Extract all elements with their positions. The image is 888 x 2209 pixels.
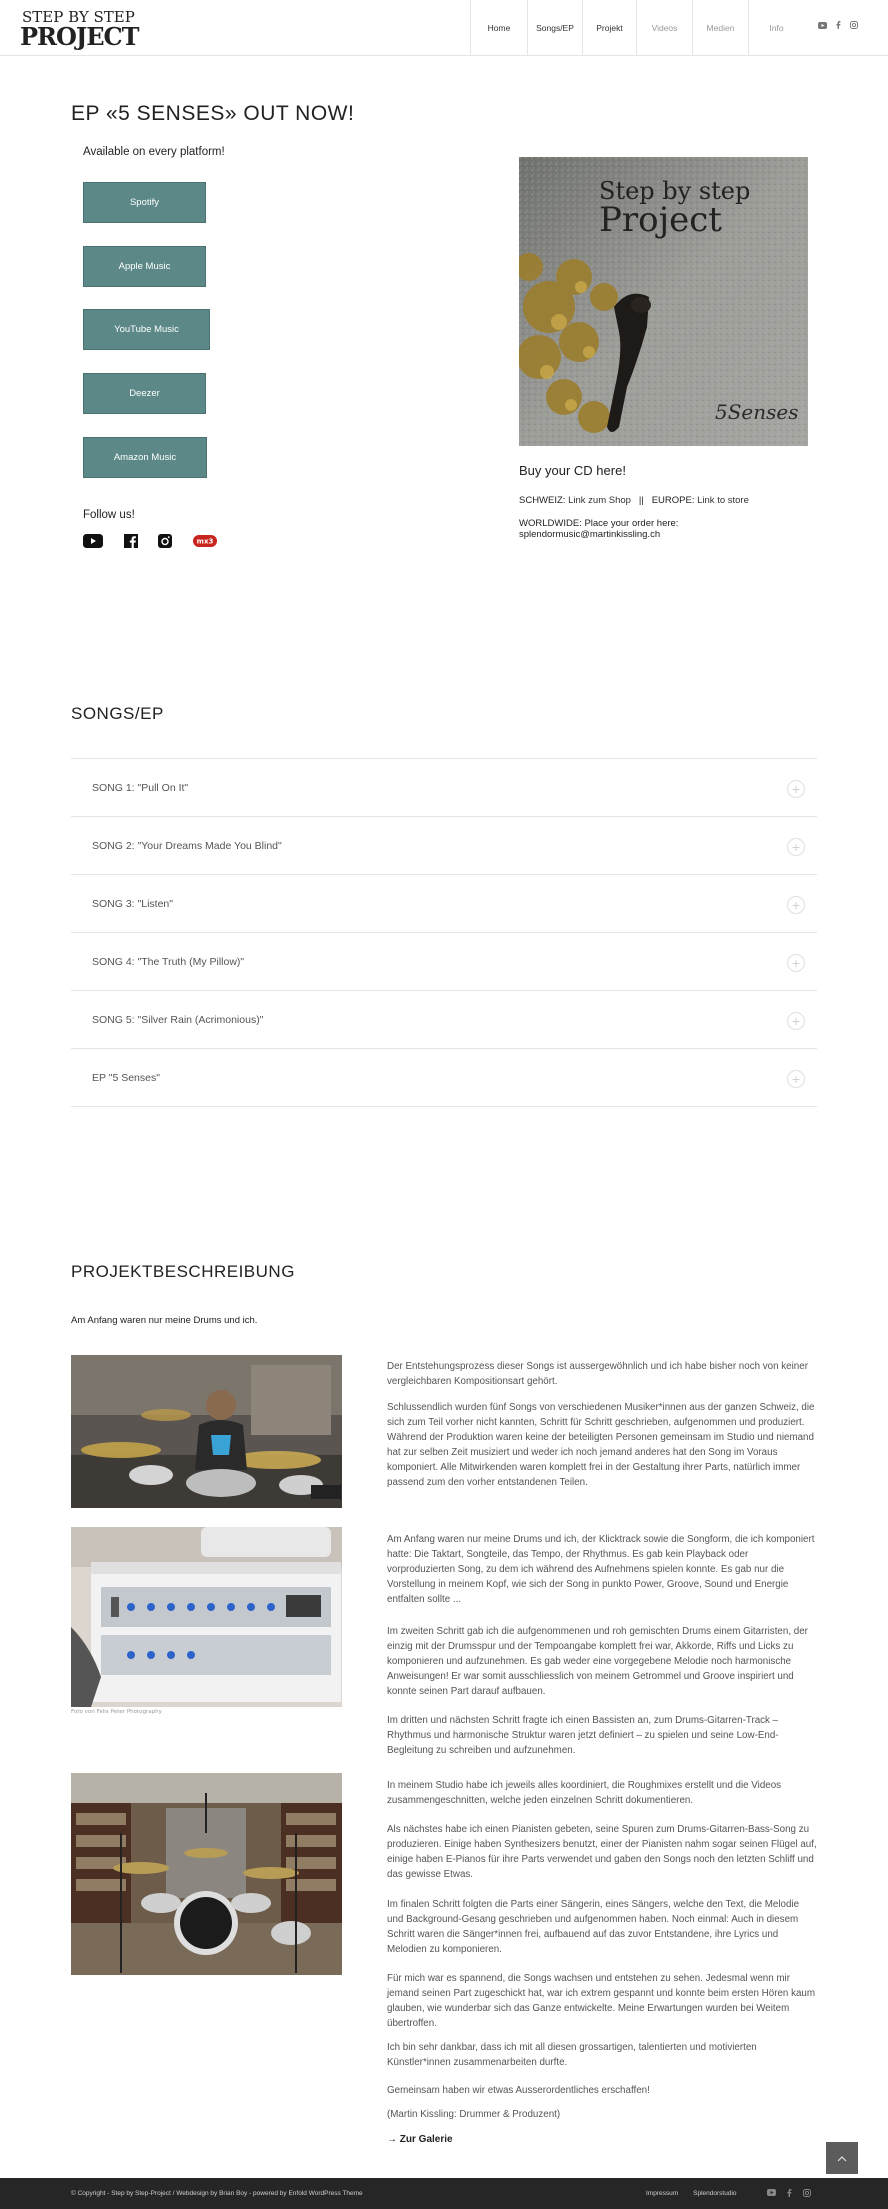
accordion-item-label: SONG 5: "Silver Rain (Acrimonious)" xyxy=(92,1013,264,1026)
header-social xyxy=(818,21,858,31)
youtube-icon[interactable] xyxy=(818,21,827,31)
site-header: STEP BY STEP PROJECT Home Songs/EP Proje… xyxy=(0,0,888,56)
facebook-icon[interactable] xyxy=(787,2189,792,2199)
buy-cd-title: Buy your CD here! xyxy=(519,463,626,478)
youtube-icon[interactable] xyxy=(83,533,103,549)
plus-icon: + xyxy=(787,838,805,856)
ep-title: EP «5 SENSES» OUT NOW! xyxy=(71,102,355,125)
drumset-studio-photo xyxy=(71,1773,342,1975)
paragraph: Im dritten und nächsten Schritt fragte i… xyxy=(387,1715,779,1756)
studio-rack-photo xyxy=(71,1527,342,1707)
svg-text:mx3: mx3 xyxy=(197,538,214,546)
instagram-icon[interactable] xyxy=(158,533,172,549)
europe-label: EUROPE: xyxy=(651,495,695,506)
spotify-button[interactable]: Spotify xyxy=(83,182,206,223)
apple-music-button[interactable]: Apple Music xyxy=(83,246,206,287)
worldwide-order: WORLDWIDE: Place your order here: splend… xyxy=(519,518,678,540)
accordion-item-label: EP "5 Senses" xyxy=(92,1071,160,1084)
facebook-icon[interactable] xyxy=(124,533,138,549)
site-logo[interactable]: STEP BY STEP PROJECT xyxy=(20,4,140,52)
paragraph: (Martin Kissling: Drummer & Produzent) xyxy=(387,2109,561,2120)
plus-icon: + xyxy=(787,1070,805,1088)
worldwide-label: WORLDWIDE: Place your order here: xyxy=(519,518,679,529)
nav-info[interactable]: Info xyxy=(748,0,804,56)
cover-subtitle: 5Senses xyxy=(715,400,799,424)
accordion-item[interactable]: SONG 2: "Your Dreams Made You Blind" + xyxy=(71,817,817,875)
schweiz-shop-link[interactable]: Link zum Shop xyxy=(568,495,631,506)
plus-icon: + xyxy=(787,780,805,798)
accordion-item-label: SONG 2: "Your Dreams Made You Blind" xyxy=(92,839,282,852)
plus-icon: + xyxy=(787,954,805,972)
schweiz-label: SCHWEIZ: xyxy=(519,495,566,506)
worldwide-email[interactable]: splendormusic@martinkissling.ch xyxy=(519,529,678,540)
songs-title: SONGS/EP xyxy=(71,704,164,723)
accordion-item[interactable]: SONG 5: "Silver Rain (Acrimonious)" + xyxy=(71,991,817,1049)
nav-projekt[interactable]: Projekt xyxy=(582,0,636,56)
accordion-item[interactable]: SONG 3: "Listen" + xyxy=(71,875,817,933)
nav-medien[interactable]: Medien xyxy=(692,0,748,56)
instagram-icon[interactable] xyxy=(803,2189,811,2199)
mx3-icon[interactable]: mx3 xyxy=(193,533,217,549)
cover-title-line-2: Project xyxy=(599,200,722,240)
accordion-item-label: SONG 4: "The Truth (My Pillow)" xyxy=(92,955,245,968)
plus-icon: + xyxy=(787,896,805,914)
paragraph: In meinem Studio habe ich jeweils alles … xyxy=(387,1780,782,1806)
deezer-button[interactable]: Deezer xyxy=(83,373,206,414)
paragraph: Im zweiten Schritt gab ich die aufgenomm… xyxy=(387,1626,808,1697)
amazon-music-button[interactable]: Amazon Music xyxy=(83,437,207,478)
paragraph: Schlussendlich wurden fünf Songs von ver… xyxy=(387,1402,815,1488)
paragraph: Der Entstehungsprozess dieser Songs ist … xyxy=(387,1361,808,1387)
drummer-photo xyxy=(71,1355,342,1508)
facebook-icon[interactable] xyxy=(836,21,841,31)
main-nav: Home Songs/EP Projekt Videos Medien Info xyxy=(470,0,804,56)
plus-icon: + xyxy=(787,1012,805,1030)
paragraph: Für mich war es spannend, die Songs wach… xyxy=(387,1973,816,2029)
paragraph: Im finalen Schritt folgten die Parts ein… xyxy=(387,1899,800,1955)
copyright-text: © Copyright - Step by Step-Project / Web… xyxy=(71,2190,363,2197)
paragraph: Am Anfang waren nur meine Drums und ich,… xyxy=(387,1534,815,1605)
nav-songs-ep[interactable]: Songs/EP xyxy=(527,0,582,56)
paragraph: Als nächstes habe ich einen Pianisten ge… xyxy=(387,1824,817,1880)
shop-links: SCHWEIZ: Link zum Shop || EUROPE: Link t… xyxy=(519,495,749,506)
photo-caption: Foto von Felix Peter Photography xyxy=(71,1709,162,1715)
projekt-intro: Am Anfang waren nur meine Drums und ich. xyxy=(71,1315,258,1326)
europe-store-link[interactable]: Link to store xyxy=(697,495,749,506)
available-text: Available on every platform! xyxy=(83,146,225,158)
accordion-item-label: SONG 1: "Pull On It" xyxy=(92,781,189,794)
accordion-item-label: SONG 3: "Listen" xyxy=(92,897,173,910)
separator: || xyxy=(638,495,644,506)
accordion-item[interactable]: EP "5 Senses" + xyxy=(71,1049,817,1107)
projekt-title: PROJEKTBESCHREIBUNG xyxy=(71,1262,295,1281)
impressum-link[interactable]: Impressum xyxy=(646,2190,678,2197)
paragraph: Ich bin sehr dankbar, dass ich mit all d… xyxy=(387,2042,757,2068)
splendorstudio-link[interactable]: Splendorstudio xyxy=(693,2190,736,2197)
footer-links: Impressum Splendorstudio xyxy=(646,2190,737,2197)
paragraph: Gemeinsam haben wir etwas Ausserordentli… xyxy=(387,2085,650,2096)
accordion-item[interactable]: SONG 1: "Pull On It" + xyxy=(71,759,817,817)
album-cover: Step by step Project 5Senses xyxy=(519,157,808,446)
youtube-music-button[interactable]: YouTube Music xyxy=(83,309,210,350)
nav-home[interactable]: Home xyxy=(470,0,527,56)
scroll-to-top-icon[interactable] xyxy=(826,2142,858,2174)
footer-social xyxy=(767,2189,811,2199)
follow-us-label: Follow us! xyxy=(83,509,135,521)
youtube-icon[interactable] xyxy=(767,2189,776,2199)
gallery-link[interactable]: → Zur Galerie xyxy=(387,2134,453,2145)
site-footer: © Copyright - Step by Step-Project / Web… xyxy=(0,2178,888,2209)
logo-line-2: PROJECT xyxy=(20,22,140,51)
instagram-icon[interactable] xyxy=(850,21,858,31)
nav-videos[interactable]: Videos xyxy=(636,0,692,56)
songs-accordion: SONG 1: "Pull On It" + SONG 2: "Your Drea… xyxy=(71,758,817,1107)
accordion-item[interactable]: SONG 4: "The Truth (My Pillow)" + xyxy=(71,933,817,991)
